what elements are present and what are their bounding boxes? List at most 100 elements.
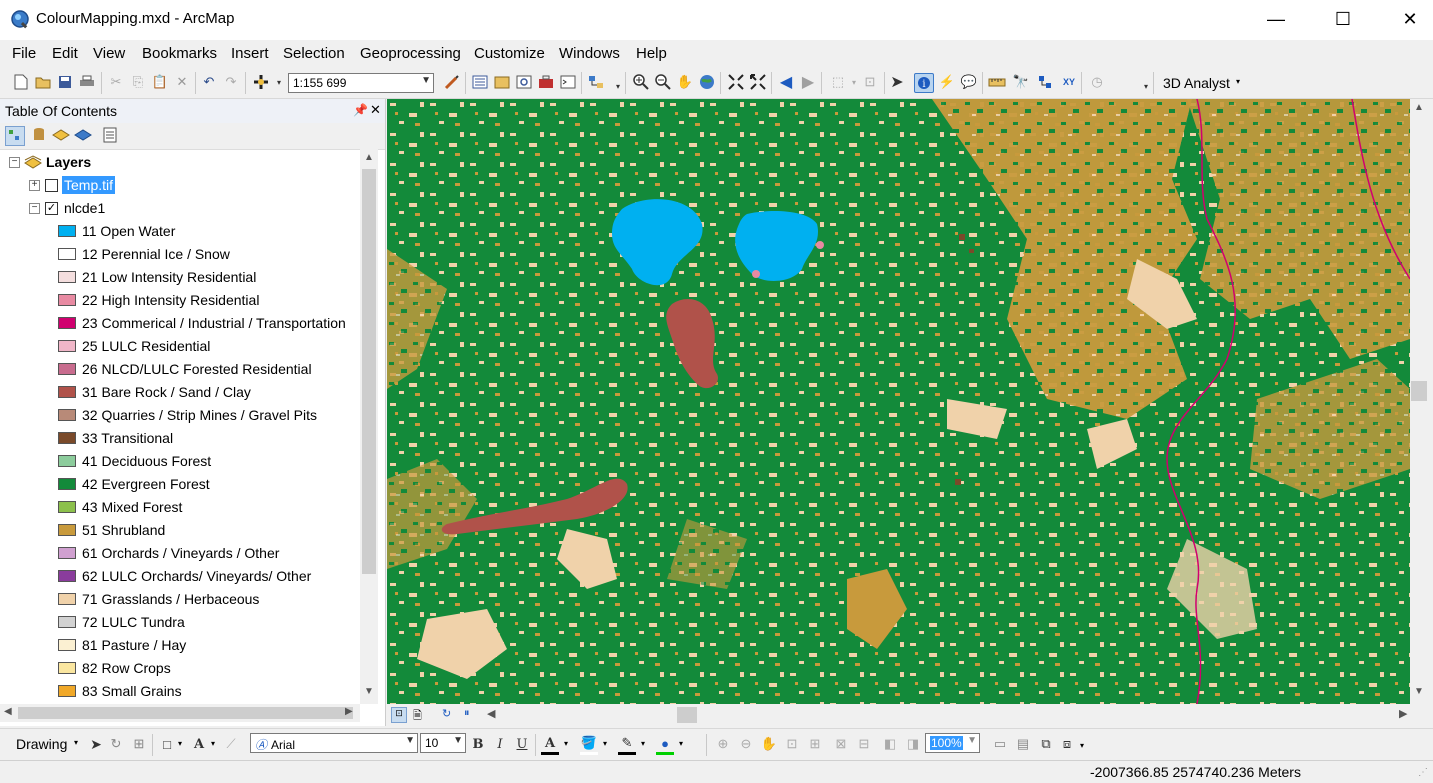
list-by-drawing-order-icon[interactable] xyxy=(5,126,25,146)
map-scale-combo[interactable]: 1:155 699 ▼ xyxy=(288,73,434,93)
marker-color-icon[interactable]: ● xyxy=(656,734,674,755)
nlcde1-visibility-checkbox[interactable]: ✓ xyxy=(45,202,58,215)
go-back-icon[interactable]: ◀ xyxy=(777,73,795,91)
layer-temp-tif[interactable]: Temp.tif xyxy=(62,174,116,196)
pin-icon[interactable]: 📌 xyxy=(353,103,368,117)
layout-view-icon[interactable]: 🗎 xyxy=(413,707,422,726)
layer-nlcde1[interactable]: nlcde1 xyxy=(64,197,105,219)
map-scroll-up-icon[interactable]: ▲ xyxy=(1414,102,1424,113)
legend-class-item[interactable]: 25 LULC Residential xyxy=(58,335,210,357)
legend-class-item[interactable]: 83 Small Grains xyxy=(58,680,182,702)
html-popup-icon[interactable]: 💬 xyxy=(960,73,978,91)
menu-selection[interactable]: Selection xyxy=(283,45,345,62)
legend-class-item[interactable]: 11 Open Water xyxy=(58,220,175,242)
add-data-icon[interactable] xyxy=(252,73,270,91)
modelbuilder-icon[interactable] xyxy=(587,73,605,91)
toc-horizontal-scroll-thumb[interactable] xyxy=(18,707,353,719)
menu-file[interactable]: File xyxy=(12,45,36,62)
refresh-icon[interactable]: ↻ xyxy=(442,707,451,720)
list-by-source-icon[interactable] xyxy=(30,126,48,144)
fixed-zoom-out-icon[interactable] xyxy=(749,73,767,91)
measure-icon[interactable] xyxy=(988,73,1006,91)
focus-data-frame-icon[interactable]: ▤ xyxy=(1014,735,1032,753)
drawing-menu[interactable]: Drawing xyxy=(16,736,67,752)
change-layout-icon[interactable]: ⧉ xyxy=(1037,735,1055,753)
identify-icon[interactable]: i xyxy=(914,73,934,93)
toc-close-icon[interactable]: ✕ xyxy=(370,102,381,118)
legend-class-item[interactable]: 26 NLCD/LULC Forested Residential xyxy=(58,358,312,380)
list-by-visibility-icon[interactable] xyxy=(52,126,70,144)
toc-horizontal-scrollbar[interactable]: ◀ ▶ xyxy=(0,704,360,722)
go-forward-icon[interactable]: ▶ xyxy=(799,73,817,91)
map-scroll-down-icon[interactable]: ▼ xyxy=(1414,686,1424,697)
search-window-icon[interactable] xyxy=(515,73,533,91)
scroll-down-icon[interactable]: ▼ xyxy=(364,686,374,697)
add-data-dropdown-icon[interactable]: ▾ xyxy=(270,73,288,91)
select-elements-draw-icon[interactable]: ➤ xyxy=(87,735,105,753)
legend-class-item[interactable]: 41 Deciduous Forest xyxy=(58,450,211,472)
copy-icon[interactable]: ⎘ xyxy=(129,73,147,91)
resize-grip-icon[interactable]: ⋰ xyxy=(1418,767,1428,778)
scroll-up-icon[interactable]: ▲ xyxy=(364,152,374,163)
paste-icon[interactable]: 📋 xyxy=(151,73,169,91)
fixed-zoom-out-layout-icon[interactable]: ⊟ xyxy=(855,735,873,753)
map-scroll-right-icon[interactable]: ▶ xyxy=(1399,707,1407,720)
map-view[interactable] xyxy=(387,99,1410,704)
forward-extent-icon[interactable]: ◨ xyxy=(904,735,922,753)
legend-class-item[interactable]: 61 Orchards / Vineyards / Other xyxy=(58,542,279,564)
map-scroll-left-icon[interactable]: ◀ xyxy=(487,707,495,720)
underline-button[interactable]: U xyxy=(513,735,531,753)
legend-class-item[interactable]: 22 High Intensity Residential xyxy=(58,289,259,311)
python-window-icon[interactable] xyxy=(559,73,577,91)
legend-class-item[interactable]: 33 Transitional xyxy=(58,427,173,449)
cut-icon[interactable]: ✂ xyxy=(107,73,125,91)
arctoolbox-icon[interactable] xyxy=(537,73,555,91)
3d-analyst-dropdown[interactable]: 3D Analyst xyxy=(1163,75,1230,91)
hyperlink-icon[interactable]: ⚡ xyxy=(938,73,956,91)
legend-class-item[interactable]: 71 Grasslands / Herbaceous xyxy=(58,588,259,610)
font-combo[interactable]: Ⓐ Arial ▼ xyxy=(250,733,418,753)
fixed-zoom-in-layout-icon[interactable]: ⊠ xyxy=(832,735,850,753)
legend-class-item[interactable]: 62 LULC Orchards/ Vineyards/ Other xyxy=(58,565,311,587)
expand-temp-icon[interactable]: + xyxy=(29,180,40,191)
line-color-icon[interactable]: ✎ xyxy=(618,734,636,755)
find-icon[interactable]: 🔭 xyxy=(1012,73,1030,91)
print-icon[interactable] xyxy=(78,73,96,91)
back-extent-icon[interactable]: ◧ xyxy=(881,735,899,753)
open-icon[interactable] xyxy=(34,73,52,91)
menu-insert[interactable]: Insert xyxy=(231,45,269,62)
find-route-icon[interactable] xyxy=(1036,73,1054,91)
toc-options-icon[interactable] xyxy=(101,126,119,144)
layout-toolbar-options-icon[interactable]: ▾ xyxy=(1080,741,1084,750)
rectangle-icon[interactable]: □ xyxy=(158,735,176,753)
clear-selection-icon[interactable]: ⊡ xyxy=(861,73,879,91)
legend-class-item[interactable]: 23 Commerical / Industrial / Transportat… xyxy=(58,312,346,334)
toc-vertical-scrollbar[interactable]: ▲ ▼ xyxy=(360,149,378,704)
font-color-icon[interactable]: A xyxy=(541,734,559,755)
layers-root[interactable]: Layers xyxy=(24,151,91,173)
menu-geoprocessing[interactable]: Geoprocessing xyxy=(360,45,461,62)
legend-class-item[interactable]: 81 Pasture / Hay xyxy=(58,634,186,656)
fixed-zoom-in-icon[interactable] xyxy=(727,73,745,91)
zoom-in-icon[interactable] xyxy=(632,73,650,91)
redo-icon[interactable]: ↷ xyxy=(222,73,240,91)
layout-pan-icon[interactable]: ✋ xyxy=(760,735,778,753)
save-icon[interactable] xyxy=(56,73,74,91)
layout-zoom-in-icon[interactable]: ⊕ xyxy=(714,735,732,753)
legend-class-item[interactable]: 51 Shrubland xyxy=(58,519,165,541)
legend-class-item[interactable]: 42 Evergreen Forest xyxy=(58,473,210,495)
zoom-out-icon[interactable] xyxy=(654,73,672,91)
rotate-icon[interactable]: ↻ xyxy=(107,735,125,753)
list-by-selection-icon[interactable] xyxy=(74,126,92,144)
zoom-percent-combo[interactable]: 100% ▼ xyxy=(925,733,980,753)
map-horizontal-scroll-thumb[interactable] xyxy=(677,707,697,723)
legend-class-item[interactable]: 31 Bare Rock / Sand / Clay xyxy=(58,381,251,403)
legend-class-item[interactable]: 21 Low Intensity Residential xyxy=(58,266,256,288)
font-size-combo[interactable]: 10 ▼ xyxy=(420,733,466,753)
collapse-layers-icon[interactable]: − xyxy=(9,157,20,168)
scroll-left-icon[interactable]: ◀ xyxy=(4,706,12,717)
zoom-to-selected-icon[interactable]: ⊞ xyxy=(130,735,148,753)
data-view-icon[interactable]: ⊡ xyxy=(391,707,407,723)
menu-view[interactable]: View xyxy=(93,45,125,62)
toc-vertical-scroll-thumb[interactable] xyxy=(362,169,376,574)
